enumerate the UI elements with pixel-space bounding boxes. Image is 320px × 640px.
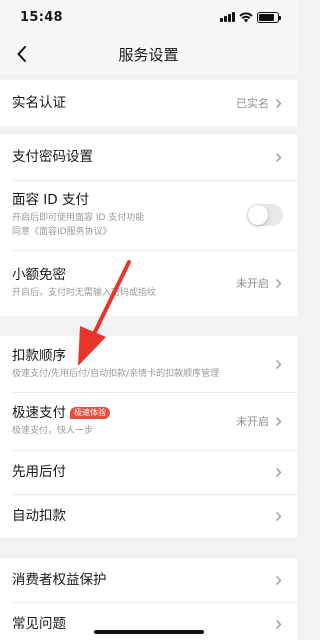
wifi-icon — [239, 11, 253, 22]
settings-group-deduction: 扣款顺序 极速支付/先用后付/自动扣款/亲情卡的扣款顺序管理 极速支付 极速体验… — [0, 336, 297, 538]
settings-group-support: 消费者权益保护 常见问题 — [0, 558, 297, 640]
chevron-right-icon — [275, 574, 283, 586]
face-id-agreement-link[interactable]: 同意《面容ID服务协议》 — [12, 226, 247, 239]
battery-icon — [257, 11, 281, 23]
row-title: 先用后付 — [12, 464, 66, 480]
row-title-text: 极速支付 — [12, 405, 66, 421]
row-subtitle: 极速支付/先用后付/自动扣款/亲情卡的扣款顺序管理 — [12, 369, 220, 379]
row-value: 未开启 — [236, 277, 269, 290]
settings-group-payment: 支付密码设置 面容 ID 支付 开启后即可使用面容 ID 支付功能 同意《面容I… — [0, 134, 297, 316]
chevron-right-icon — [275, 618, 283, 630]
row-subtitle: 开启后，支付时无需输入密码或指纹 — [12, 288, 157, 298]
row-real-name[interactable]: 实名认证 已实名 — [0, 80, 297, 126]
row-value: 已实名 — [236, 97, 269, 110]
status-bar: 15:48 — [0, 0, 297, 34]
chevron-left-icon — [17, 46, 26, 62]
status-icons — [220, 11, 281, 23]
row-payment-password[interactable]: 支付密码设置 — [0, 134, 297, 180]
row-title: 扣款顺序 — [12, 348, 66, 364]
row-value: 未开启 — [236, 415, 269, 428]
row-small-amount-free[interactable]: 小额免密 开启后，支付时无需输入密码或指纹 未开启 — [0, 250, 297, 316]
row-consumer-protection[interactable]: 消费者权益保护 — [0, 558, 297, 602]
face-id-toggle[interactable] — [247, 204, 283, 226]
row-title: 自动扣款 — [12, 508, 66, 524]
nav-bar: 服务设置 — [0, 34, 297, 74]
row-subtitle: 开启后即可使用面容 ID 支付功能 — [12, 213, 145, 223]
row-subtitle: 极速支付，快人一步 — [12, 426, 94, 436]
chevron-right-icon — [275, 466, 283, 478]
chevron-right-icon — [275, 415, 283, 427]
home-indicator — [94, 630, 204, 634]
chevron-right-icon — [275, 97, 283, 109]
chevron-right-icon — [275, 358, 283, 370]
toggle-knob — [248, 205, 268, 225]
row-title: 小额免密 — [12, 267, 66, 283]
row-faq[interactable]: 常见问题 — [0, 602, 297, 640]
row-title: 支付密码设置 — [12, 149, 93, 165]
page-title: 服务设置 — [118, 45, 179, 64]
row-face-id-pay: 面容 ID 支付 开启后即可使用面容 ID 支付功能 同意《面容ID服务协议》 — [0, 180, 297, 250]
settings-group-identity: 实名认证 已实名 — [0, 80, 297, 126]
row-express-pay[interactable]: 极速支付 极速体验 极速支付，快人一步 未开启 — [0, 392, 297, 450]
chevron-right-icon — [275, 510, 283, 522]
row-title: 消费者权益保护 — [12, 572, 107, 588]
row-pay-later[interactable]: 先用后付 — [0, 450, 297, 494]
status-time: 15:48 — [20, 9, 63, 25]
row-title: 实名认证 — [12, 95, 66, 111]
back-button[interactable] — [10, 42, 34, 66]
chevron-right-icon — [275, 151, 283, 163]
row-auto-deduction[interactable]: 自动扣款 — [0, 494, 297, 538]
signal-icon — [220, 12, 235, 22]
express-badge: 极速体验 — [70, 407, 110, 419]
row-deduction-order[interactable]: 扣款顺序 极速支付/先用后付/自动扣款/亲情卡的扣款顺序管理 — [0, 336, 297, 392]
row-title: 面容 ID 支付 — [12, 192, 89, 208]
chevron-right-icon — [275, 277, 283, 289]
battery-level — [259, 13, 275, 21]
row-title: 极速支付 极速体验 — [12, 404, 236, 422]
